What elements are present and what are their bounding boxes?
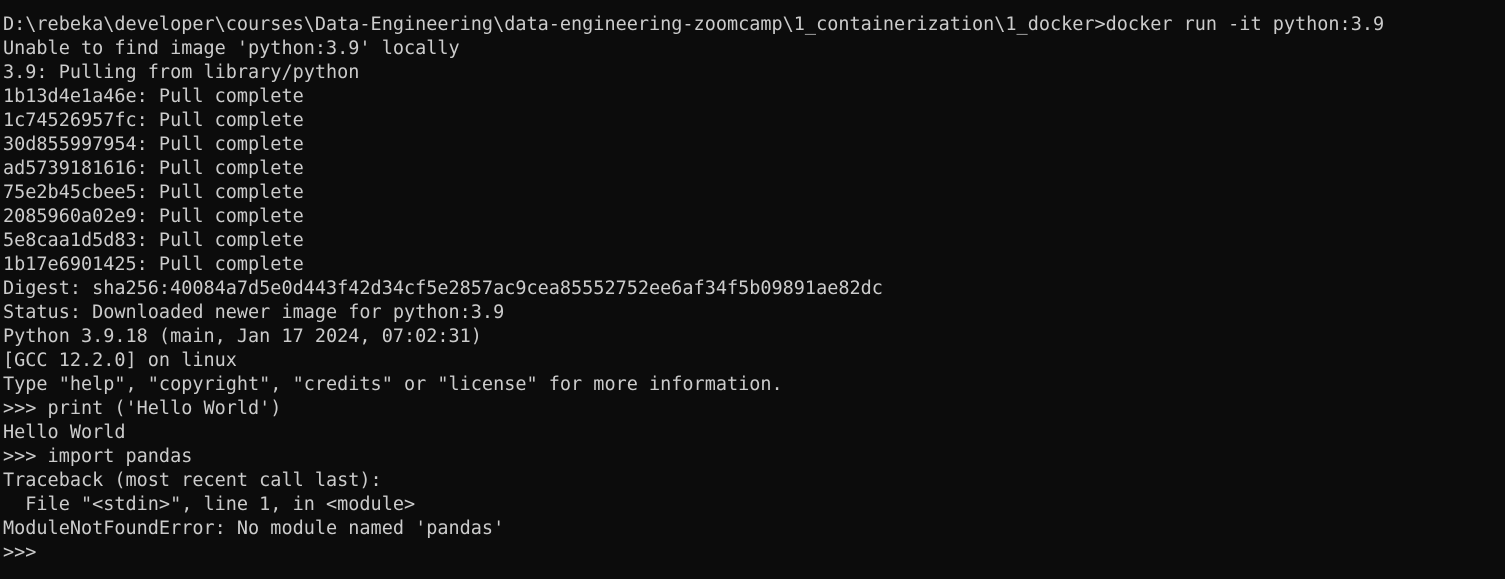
terminal-line: 1c74526957fc: Pull complete xyxy=(3,110,304,131)
input-prompt-line[interactable]: >>> xyxy=(3,541,1505,565)
terminal-line: 5e8caa1d5d83: Pull complete xyxy=(3,230,304,251)
terminal-line: Hello World xyxy=(3,422,126,443)
terminal-line: Python 3.9.18 (main, Jan 17 2024, 07:02:… xyxy=(3,326,482,347)
terminal-line: Traceback (most recent call last): xyxy=(3,470,382,491)
terminal-line: 30d855997954: Pull complete xyxy=(3,134,304,155)
terminal-line: 75e2b45cbee5: Pull complete xyxy=(3,182,304,203)
terminal-line: Digest: sha256:40084a7d5e0d443f42d34cf5e… xyxy=(3,278,883,299)
terminal-line: >>> print ('Hello World') xyxy=(3,398,282,419)
terminal-line: [GCC 12.2.0] on linux xyxy=(3,350,237,371)
text-cursor xyxy=(48,541,58,561)
terminal-line: 1b17e6901425: Pull complete xyxy=(3,254,304,275)
terminal-line: Status: Downloaded newer image for pytho… xyxy=(3,302,505,323)
terminal-line: File "<stdin>", line 1, in <module> xyxy=(3,494,416,515)
terminal-line: 3.9: Pulling from library/python xyxy=(3,62,360,83)
terminal-window[interactable]: D:\rebeka\developer\courses\Data-Enginee… xyxy=(0,0,1505,579)
terminal-line: D:\rebeka\developer\courses\Data-Enginee… xyxy=(3,14,1385,35)
terminal-line: ad5739181616: Pull complete xyxy=(3,158,304,179)
terminal-line: Type "help", "copyright", "credits" or "… xyxy=(3,374,783,395)
terminal-line: >>> import pandas xyxy=(3,446,193,467)
terminal-line: 1b13d4e1a46e: Pull complete xyxy=(3,86,304,107)
terminal-line: ModuleNotFoundError: No module named 'pa… xyxy=(3,518,505,539)
python-prompt: >>> xyxy=(3,542,48,563)
terminal-line: Unable to find image 'python:3.9' locall… xyxy=(3,38,460,59)
terminal-line: 2085960a02e9: Pull complete xyxy=(3,206,304,227)
